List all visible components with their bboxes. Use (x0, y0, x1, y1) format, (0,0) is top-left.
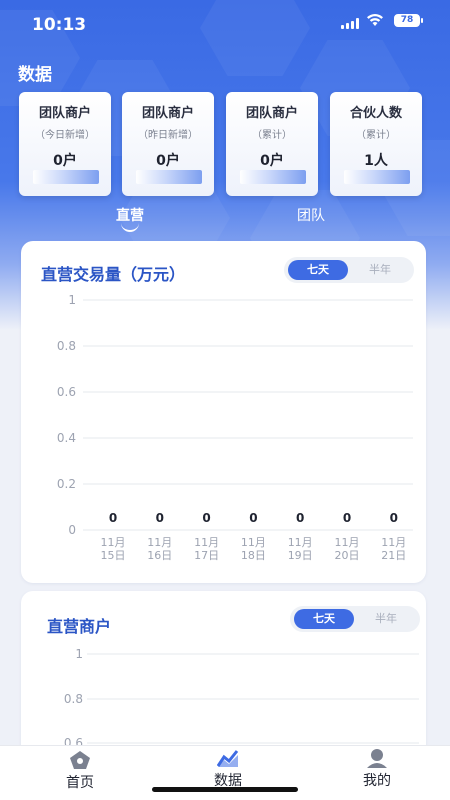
x-tick-label: 11月 18日 (241, 536, 266, 562)
tab-home[interactable]: 首页 (40, 750, 120, 792)
stat-decor-bar (136, 170, 202, 184)
y-tick-label: 0.8 (64, 692, 83, 706)
x-tick-label: 11月 20日 (335, 536, 360, 562)
stat-card-partners-total: 合伙人数 （累计） 1人 (330, 92, 422, 196)
stat-value: 1人 (364, 153, 388, 169)
home-icon (70, 751, 90, 769)
y-tick-label: 1 (68, 293, 76, 307)
stat-value: 0户 (53, 153, 77, 169)
data-label: 0 (156, 511, 164, 525)
y-tick-label: 0.2 (57, 477, 76, 491)
tab-label: 我的 (363, 773, 391, 789)
stat-subtitle: （累计） (356, 130, 396, 141)
stat-value: 0户 (260, 153, 284, 169)
data-label: 0 (109, 511, 117, 525)
stat-title: 团队商户 (141, 106, 194, 121)
stat-title: 团队商户 (245, 106, 298, 121)
stat-title: 团队商户 (38, 106, 91, 121)
stat-card-team-total: 团队商户 （累计） 0户 (226, 92, 318, 196)
status-bar: 10:13 78 (0, 0, 450, 50)
direct-merchants-chart: 0.60.81 (64, 647, 419, 750)
y-tick-label: 0.6 (57, 385, 76, 399)
y-tick-label: 0.4 (57, 431, 76, 445)
stat-decor-bar (344, 170, 410, 184)
y-tick-label: 0.8 (57, 339, 76, 353)
tab-data[interactable]: 数据 (188, 748, 268, 790)
y-tick-label: 0 (68, 523, 76, 537)
profile-icon (367, 749, 387, 768)
tab-profile[interactable]: 我的 (337, 748, 417, 790)
status-time: 10:13 (32, 15, 87, 35)
x-tick-label: 11月 17日 (194, 536, 219, 562)
data-label: 0 (296, 511, 304, 525)
x-tick-label: 11月 15日 (101, 536, 126, 562)
direct-volume-chart-card: 直营交易量（万元） 七天 半年 0 0.2 0.4 0.6 0.8 1 0 11月 15日 0 11… (21, 241, 426, 583)
stat-title: 合伙人数 (349, 106, 402, 121)
stat-card-team-yesterday: 团队商户 （昨日新增） 0户 (122, 92, 214, 196)
battery-icon: 78 (394, 14, 423, 27)
tab-label: 首页 (66, 775, 94, 791)
y-tick-label: 1 (75, 647, 83, 661)
data-label: 0 (249, 511, 257, 525)
stat-subtitle: （昨日新增） (138, 130, 198, 141)
stat-subtitle: （累计） (252, 130, 292, 141)
direct-volume-chart: 0 0.2 0.4 0.6 0.8 1 0 11月 15日 0 11月 16日 0 11月 17日 0 11月 1… (57, 293, 413, 562)
stat-subtitle: （今日新增） (35, 130, 95, 141)
stat-value: 0户 (156, 153, 180, 169)
data-label: 0 (343, 511, 351, 525)
home-indicator (152, 787, 298, 792)
wifi-icon (367, 14, 383, 26)
cellular-signal-icon (341, 18, 359, 29)
stat-card-team-today: 团队商户 （今日新增） 0户 (19, 92, 111, 196)
data-label: 0 (390, 511, 398, 525)
stat-decor-bar (33, 170, 99, 184)
data-label: 0 (202, 511, 210, 525)
tab-team[interactable]: 团队 (297, 205, 325, 225)
stat-decor-bar (240, 170, 306, 184)
x-tick-label: 11月 21日 (381, 536, 406, 562)
direct-merchants-chart-card: 直营商户 七天 半年 0.6 0.8 1 (21, 591, 426, 761)
x-tick-label: 11月 16日 (147, 536, 172, 562)
x-tick-label: 11月 19日 (288, 536, 313, 562)
chart-icon (217, 750, 239, 767)
page-title: 数据 (18, 65, 52, 85)
